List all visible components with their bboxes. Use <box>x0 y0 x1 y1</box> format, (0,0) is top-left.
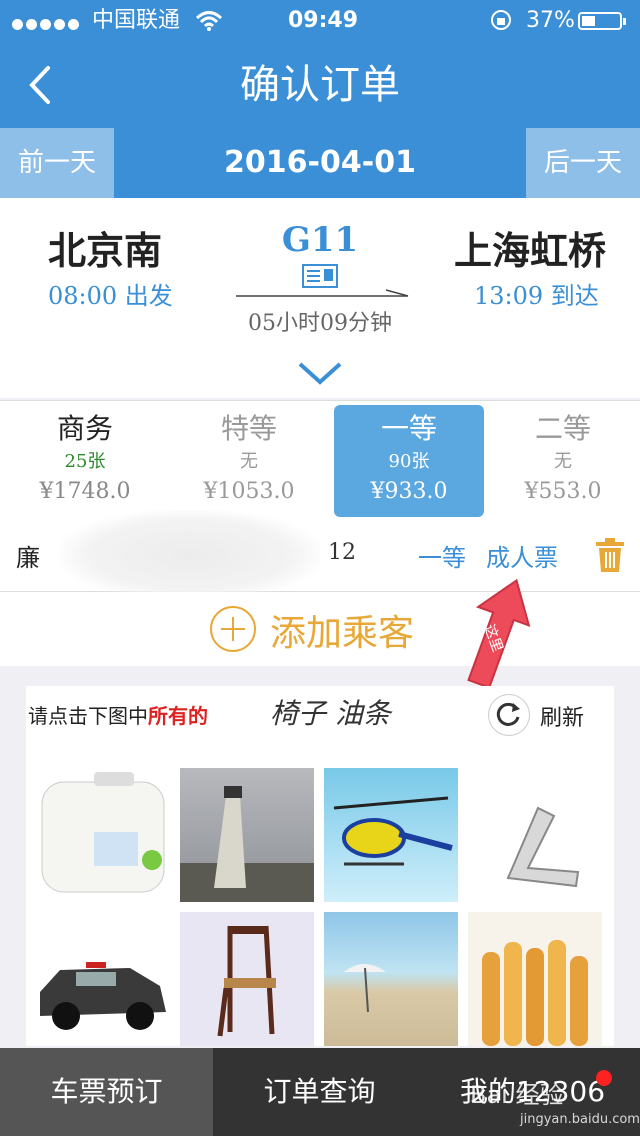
clock: 09:49 <box>288 8 359 33</box>
battery-percent: 37% <box>526 8 575 33</box>
seat-name: 特等 <box>220 412 277 445</box>
refresh-button[interactable]: 刷新 <box>540 700 584 732</box>
captcha-image-fried-dough[interactable] <box>468 912 602 1046</box>
passenger-seat-class[interactable]: 一等 <box>418 538 466 573</box>
ticket-type-selector[interactable]: 成人票 <box>486 538 558 573</box>
seat-name: 商务 <box>56 412 113 445</box>
rotation-lock-icon <box>491 10 511 30</box>
seat-price: ¥933.0 <box>370 479 448 504</box>
captcha-prompt: 请点击下图中所有的 <box>28 700 208 729</box>
prev-day-button[interactable]: 前一天 <box>0 128 114 198</box>
date-label[interactable]: 2016-04-01 <box>114 128 526 198</box>
captcha-image-beach[interactable] <box>324 912 458 1046</box>
add-icon[interactable] <box>210 606 256 652</box>
captcha-image-police-car[interactable] <box>36 912 170 1046</box>
seat-count: 无 <box>554 451 572 472</box>
captcha-target-word: 椅子 油条 <box>270 697 391 730</box>
notification-badge <box>596 1070 612 1086</box>
captcha-prompt-prefix: 请点击下图中 <box>28 704 148 728</box>
captcha-image-helicopter[interactable] <box>324 768 458 902</box>
tab-order-query[interactable]: 订单查询 <box>213 1048 426 1136</box>
seat-class-row: 商务 25张 ¥1748.0 特等 无 ¥1053.0 一等 90张 ¥933.… <box>0 400 640 522</box>
chevron-down-icon[interactable] <box>296 360 344 388</box>
seat-price: ¥553.0 <box>524 479 602 504</box>
train-number[interactable]: G11 <box>270 220 370 260</box>
seat-option-premium[interactable]: 特等 无 ¥1053.0 <box>174 405 324 517</box>
wifi-icon <box>196 11 222 31</box>
train-detail-icon[interactable] <box>302 264 338 288</box>
captcha-image-lighthouse[interactable] <box>180 768 314 902</box>
next-day-button[interactable]: 后一天 <box>526 128 640 198</box>
seat-name: 二等 <box>534 412 591 445</box>
watermark-url: jingyan.baidu.com <box>520 1112 640 1127</box>
redaction-blur <box>60 510 320 600</box>
captcha-image-rice-cooker[interactable] <box>36 768 170 902</box>
seat-name: 一等 <box>380 412 437 445</box>
seat-price: ¥1053.0 <box>203 479 295 504</box>
seat-option-first-class[interactable]: 一等 90张 ¥933.0 <box>334 405 484 517</box>
arrival-station: 上海虹桥 <box>454 228 607 273</box>
page-title: 确认订单 <box>240 62 400 108</box>
departure-station: 北京南 <box>48 228 163 273</box>
passenger-id-tail: 12 <box>328 540 356 565</box>
departure-time: 08:00 出发 <box>48 282 173 310</box>
tab-book-tickets[interactable]: 车票预订 <box>0 1048 213 1136</box>
signal-icon <box>12 15 82 34</box>
captcha-prompt-emphasis: 所有的 <box>148 704 208 728</box>
seat-count: 90张 <box>388 451 430 472</box>
carrier-label: 中国联通 <box>92 8 181 33</box>
seat-option-business[interactable]: 商务 25张 ¥1748.0 <box>10 405 160 517</box>
arrival-time: 13:09 到达 <box>474 282 599 310</box>
add-passenger-button[interactable]: 添加乘客 <box>270 604 414 656</box>
seat-option-second-class[interactable]: 二等 无 ¥553.0 <box>488 405 638 517</box>
refresh-icon[interactable] <box>488 694 530 736</box>
seat-price: ¥1748.0 <box>39 479 131 504</box>
passenger-name: 廉 <box>16 544 40 572</box>
route-arrow-icon <box>236 289 409 297</box>
battery-icon <box>578 12 626 30</box>
seat-count: 25张 <box>64 451 106 472</box>
captcha-image-wooden-chair[interactable] <box>180 912 314 1046</box>
watermark-logo: Bai 经验 <box>470 1081 564 1109</box>
seat-count: 无 <box>240 451 258 472</box>
captcha-image-lounge-chair[interactable] <box>468 768 602 902</box>
trash-icon[interactable] <box>596 538 624 572</box>
travel-duration: 05小时09分钟 <box>248 311 392 336</box>
